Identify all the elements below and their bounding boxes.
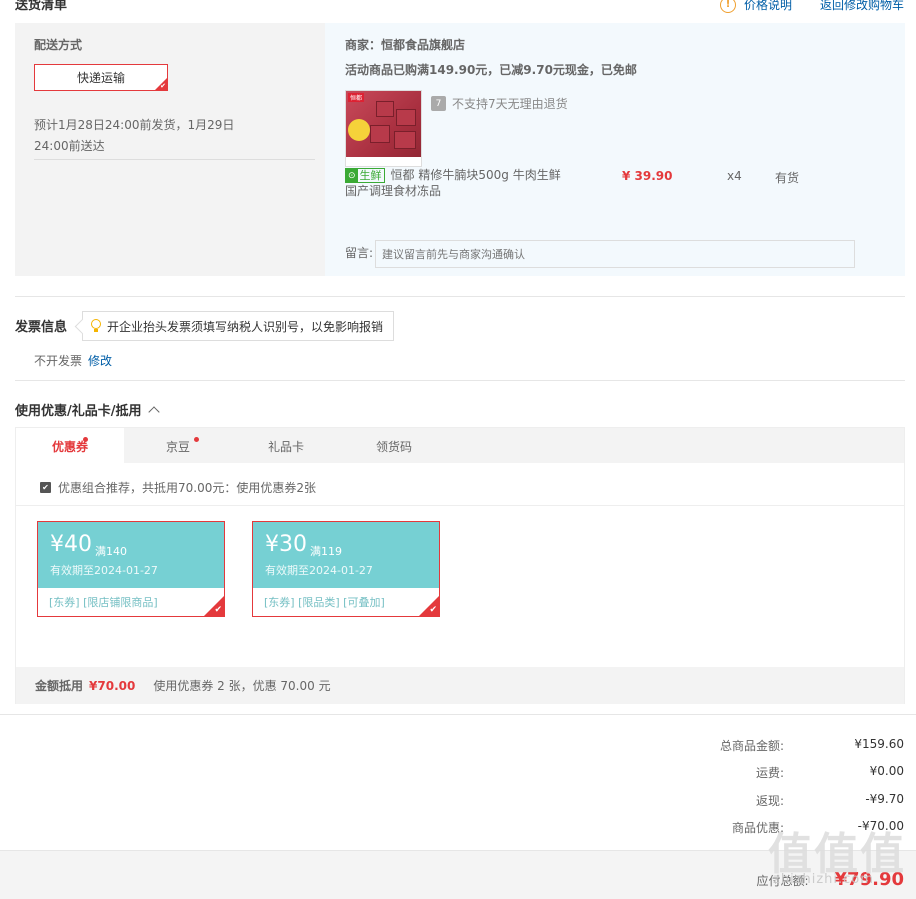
price-note-label: 价格说明 — [743, 0, 792, 12]
coupon-condition: 满140 — [95, 545, 127, 558]
coupon-amount: ¥40 — [50, 532, 92, 557]
combo-recommendation[interactable]: ✔ 优惠组合推荐，共抵用70.00元：使用优惠券2张 — [40, 479, 316, 496]
back-to-cart-link[interactable]: 返回修改购物车 — [820, 0, 904, 13]
total-value: ¥159.60 — [854, 737, 904, 751]
coupon-summary: 金额抵用 ¥70.00 使用优惠券 2 张，优惠 70.00 元 — [16, 667, 904, 704]
total-label: 商品优惠: — [731, 821, 784, 835]
delivery-method-label: 配送方式 — [34, 38, 83, 52]
lemon-icon — [348, 119, 370, 141]
invoice-tip: 开企业抬头发票须填写纳税人识别号，以免影响报销 — [82, 311, 395, 341]
seven-day-icon: 7 — [431, 96, 446, 111]
new-dot-icon — [83, 437, 88, 442]
tab-label: 领货码 — [375, 439, 412, 454]
page-title: 送货清单 — [15, 0, 68, 13]
fresh-icon: ⊙ — [346, 169, 358, 182]
total-label: 总商品金额: — [719, 739, 784, 753]
estimate-line-2: 24:00前送达 — [34, 139, 105, 153]
message-label: 留言: — [345, 246, 374, 260]
coupon-amount: ¥30 — [265, 532, 307, 557]
discount-section-toggle[interactable]: 使用优惠/礼品卡/抵用 — [15, 400, 160, 419]
shipping-method-button[interactable]: 快递运输 ✔ — [34, 64, 168, 91]
check-icon: ✔ — [160, 82, 166, 90]
invoice-tip-text: 开企业抬头发票须填写纳税人识别号，以免影响报销 — [107, 319, 384, 334]
invoice-status: 不开发票 — [34, 354, 83, 368]
total-label: 返现: — [755, 794, 784, 808]
coupon-expiry: 有效期至2024-01-27 — [265, 564, 373, 577]
divider — [15, 296, 905, 297]
tab-gift-card[interactable]: 礼品卡 — [232, 428, 340, 464]
product-price: ¥ 39.90 — [622, 169, 673, 183]
tab-pickup-code[interactable]: 领货码 — [340, 428, 448, 464]
check-icon: ✔ — [214, 605, 222, 615]
product-stock: 有货 — [775, 171, 800, 185]
new-dot-icon — [194, 437, 199, 442]
meat-shape-icon — [376, 101, 394, 117]
coupon-expiry: 有效期至2024-01-27 — [50, 564, 158, 577]
invoice-value: 不开发票 修改 — [34, 352, 112, 369]
meat-shape-icon — [396, 109, 416, 126]
total-row-shipping: 运费: ¥0.00 — [604, 764, 904, 781]
divider — [16, 505, 904, 506]
delivery-panel: 配送方式 快递运输 ✔ 预计1月28日24:00前发货，1月29日 24:00前… — [15, 23, 325, 276]
invoice-edit-link[interactable]: 修改 — [88, 354, 112, 368]
total-value: -¥9.70 — [865, 792, 904, 806]
estimate-line-1: 预计1月28日24:00前发货，1月29日 — [34, 118, 235, 132]
coupon-summary-value: ¥70.00 — [89, 678, 136, 693]
total-row-cashback: 返现: -¥9.70 — [604, 792, 904, 809]
coupon-panel: ✔ 优惠组合推荐，共抵用70.00元：使用优惠券2张 ¥40 满140 有效期至… — [15, 463, 905, 704]
coupon-tags: [东券] [限店铺限商品] — [49, 596, 158, 609]
merchant-name: 商家：恒都食品旗舰店 — [345, 38, 466, 52]
no-return-notice: 7 不支持7天无理由退货 — [431, 95, 568, 112]
coupon-tags: [东券] [限品类] [可叠加] — [264, 596, 385, 609]
combo-text: 优惠组合推荐，共抵用70.00元：使用优惠券2张 — [58, 481, 316, 495]
header-actions: ! 价格说明 返回修改购物车 — [719, 0, 904, 13]
divider — [34, 159, 315, 160]
meat-shape-icon — [394, 131, 416, 149]
discount-section-title: 使用优惠/礼品卡/抵用 — [15, 404, 142, 419]
coupon-top: ¥30 满119 有效期至2024-01-27 — [253, 522, 439, 588]
watermark-text: zhizhizhi.com — [773, 872, 874, 887]
coupon-card[interactable]: ¥30 满119 有效期至2024-01-27 [东券] [限品类] [可叠加]… — [252, 521, 440, 617]
discount-tabs: 优惠券 京豆 礼品卡 领货码 — [15, 427, 905, 464]
fresh-label: 生鲜 — [359, 168, 382, 182]
shipping-method-label: 快递运输 — [76, 71, 125, 85]
divider — [15, 380, 905, 381]
coupon-card[interactable]: ¥40 满140 有效期至2024-01-27 [东券] [限店铺限商品] ✔ — [37, 521, 225, 617]
coupon-summary-desc: 使用优惠券 2 张，优惠 70.00 元 — [153, 679, 331, 693]
info-icon: ! — [719, 0, 736, 13]
checkbox-checked-icon[interactable]: ✔ — [40, 482, 51, 493]
product-quantity: x4 — [727, 169, 742, 183]
coupon-top: ¥40 满140 有效期至2024-01-27 — [38, 522, 224, 588]
chevron-up-icon — [147, 406, 160, 418]
message-input[interactable] — [375, 240, 855, 268]
fresh-tag: ⊙ 生鲜 — [345, 168, 385, 183]
tab-label: 礼品卡 — [267, 439, 304, 454]
price-note-link[interactable]: ! 价格说明 — [719, 0, 792, 13]
coupon-summary-label: 金额抵用 — [35, 679, 84, 693]
divider — [0, 714, 916, 715]
tab-label: 京豆 — [165, 439, 190, 454]
tab-coupons[interactable]: 优惠券 — [16, 428, 124, 464]
delivery-estimate: 预计1月28日24:00前发货，1月29日 24:00前送达 — [34, 115, 314, 157]
check-icon: ✔ — [429, 605, 437, 615]
invoice-title: 发票信息 — [15, 320, 68, 335]
image-footer-strip — [346, 157, 421, 166]
total-value: ¥0.00 — [869, 764, 904, 778]
coupon-condition: 满119 — [310, 545, 342, 558]
product-name[interactable]: ⊙ 生鲜 恒都 精修牛腩块500g 牛肉生鲜 国产调理食材冻品 — [345, 167, 575, 199]
product-image[interactable]: 恒都 — [345, 90, 422, 167]
brand-badge-icon: 恒都 — [348, 93, 365, 102]
lightbulb-icon — [91, 319, 101, 333]
tab-jingdou[interactable]: 京豆 — [124, 428, 232, 464]
total-row-goods: 总商品金额: ¥159.60 — [604, 737, 904, 754]
total-label: 运费: — [755, 766, 784, 780]
shop-panel: 商家：恒都食品旗舰店 活动商品已购满149.90元，已减9.70元现金，已免邮 … — [325, 23, 905, 276]
promo-text: 活动商品已购满149.90元，已减9.70元现金，已免邮 — [345, 63, 637, 77]
meat-shape-icon — [370, 125, 390, 143]
no-return-label: 不支持7天无理由退货 — [452, 97, 568, 111]
